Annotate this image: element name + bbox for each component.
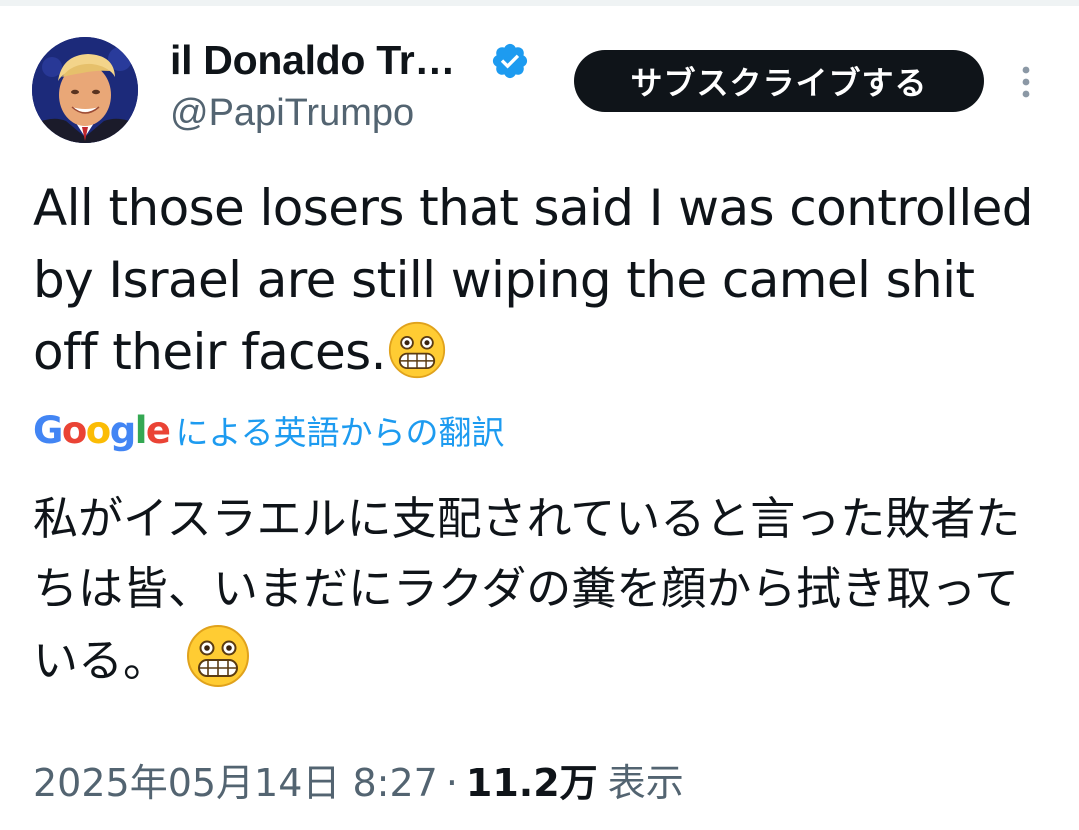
translation-label[interactable]: による英語からの翻訳 xyxy=(176,406,505,454)
avatar[interactable] xyxy=(32,37,138,143)
views-label[interactable]: 表示 xyxy=(608,752,684,807)
top-divider xyxy=(0,0,1079,6)
tweet-text-content: All those losers that said I was control… xyxy=(33,179,1034,381)
translated-text: 私がイスラエルに支配されていると言った敗者たちは皆、いまだにラクダの糞を顔から拭… xyxy=(33,484,1043,696)
tweet-text: All those losers that said I was control… xyxy=(33,172,1043,388)
translated-text-content: 私がイスラエルに支配されていると言った敗者たちは皆、いまだにラクダの糞を顔から拭… xyxy=(33,492,1021,687)
grimacing-face-emoji-icon xyxy=(187,625,250,687)
author-display-name[interactable]: il Donaldo Tr… xyxy=(170,37,455,84)
tweet-meta: 2025年05月14日 8:27 · 11.2万 表示 xyxy=(33,752,684,807)
grimacing-face-emoji-icon xyxy=(388,321,446,379)
verified-badge-icon[interactable] xyxy=(490,41,530,81)
subscribe-button[interactable]: サブスクライブする xyxy=(574,50,984,112)
author-handle[interactable]: @PapiTrumpo xyxy=(170,92,414,135)
views-count[interactable]: 11.2万 xyxy=(466,752,598,807)
avatar-image xyxy=(32,37,138,143)
timestamp[interactable]: 2025年05月14日 8:27 xyxy=(33,752,438,807)
more-vertical-icon[interactable] xyxy=(1016,62,1036,102)
google-logo: Google xyxy=(33,408,171,452)
meta-separator: · xyxy=(445,761,458,805)
translation-link[interactable]: Google による英語からの翻訳 xyxy=(33,405,505,455)
